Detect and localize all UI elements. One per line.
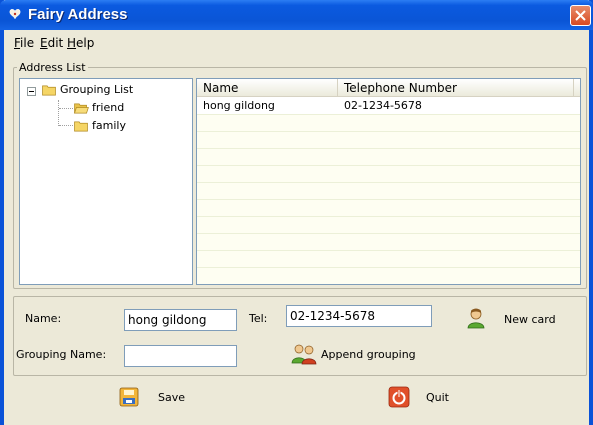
tel-label: Tel: <box>249 312 268 325</box>
table-row-empty <box>197 251 580 268</box>
window-title: Fairy Address <box>28 6 128 23</box>
save-button[interactable]: Save <box>118 386 185 408</box>
tree-node-root[interactable]: Grouping List <box>41 83 133 96</box>
table-row-empty <box>197 166 580 183</box>
title-bar[interactable]: Fairy Address <box>0 0 593 30</box>
grouping-name-input[interactable] <box>124 345 237 367</box>
table-row-empty <box>197 132 580 149</box>
name-label: Name: <box>25 312 62 325</box>
append-grouping-button[interactable]: Append grouping <box>291 343 416 365</box>
table-row-empty <box>197 268 580 284</box>
column-header-name[interactable]: Name <box>197 79 338 97</box>
tree-collapse-toggle[interactable] <box>27 87 36 96</box>
menu-file[interactable]: File <box>14 36 34 50</box>
close-button[interactable] <box>570 5 591 26</box>
app-window: Fairy Address File Edit Help Address Lis… <box>0 0 593 425</box>
tree-connector <box>59 125 73 126</box>
cell-telephone: 02-1234-5678 <box>344 99 422 112</box>
table-header: Name Telephone Number <box>197 79 580 97</box>
address-table[interactable]: Name Telephone Number hong gildong 02-12… <box>196 78 581 285</box>
open-folder-icon <box>74 102 89 113</box>
save-icon <box>119 387 139 407</box>
power-icon <box>388 386 410 408</box>
tree-node-friend[interactable]: friend <box>73 101 124 114</box>
table-row-empty <box>197 149 580 166</box>
group-tree[interactable]: Grouping List friend family <box>19 78 193 285</box>
tree-node-family[interactable]: family <box>73 119 126 132</box>
menu-edit[interactable]: Edit <box>40 36 63 50</box>
table-row-empty <box>197 115 580 132</box>
new-card-icon <box>467 308 485 329</box>
tree-connector <box>59 108 73 109</box>
name-input[interactable] <box>124 309 237 331</box>
table-row[interactable]: hong gildong 02-1234-5678 <box>197 98 580 115</box>
quit-button[interactable]: Quit <box>388 386 449 408</box>
address-list-title: Address List <box>17 61 88 74</box>
group-users-icon <box>291 344 317 365</box>
close-icon <box>575 10 586 21</box>
table-row-empty <box>197 234 580 251</box>
column-header-telephone[interactable]: Telephone Number <box>338 79 574 97</box>
new-card-button[interactable]: New card <box>466 308 556 330</box>
table-body: hong gildong 02-1234-5678 <box>197 98 580 284</box>
table-row-empty <box>197 217 580 234</box>
folder-icon <box>42 84 56 95</box>
folder-icon <box>74 120 88 131</box>
tree-connector <box>58 100 59 126</box>
grouping-name-label: Grouping Name: <box>16 348 107 361</box>
new-card-label: New card <box>504 312 556 326</box>
table-row-empty <box>197 183 580 200</box>
tel-input[interactable] <box>286 305 432 327</box>
app-logo-icon <box>9 9 21 20</box>
menu-help[interactable]: Help <box>67 36 94 50</box>
table-row-empty <box>197 200 580 217</box>
append-grouping-label: Append grouping <box>321 347 416 361</box>
save-label: Save <box>158 390 186 404</box>
menu-bar: File Edit Help <box>4 33 589 55</box>
quit-label: Quit <box>426 390 449 404</box>
cell-name: hong gildong <box>203 99 275 112</box>
